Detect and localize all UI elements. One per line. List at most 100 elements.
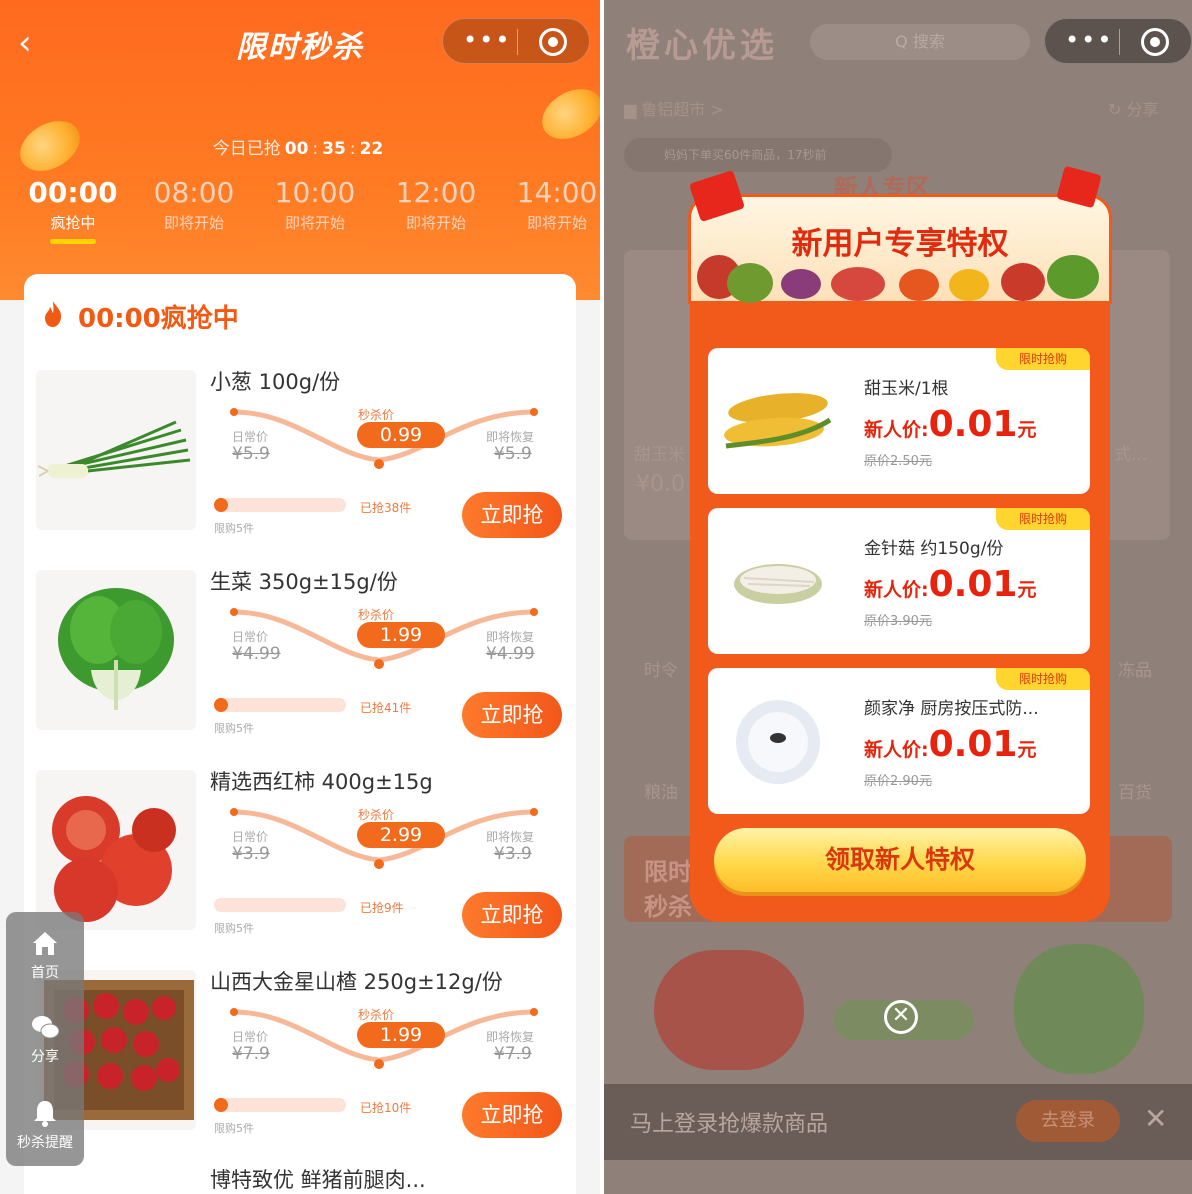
buy-now-button[interactable]: 立即抢: [462, 1092, 562, 1138]
original-price: 原价2.50元: [864, 454, 932, 469]
capsule-divider: [1119, 29, 1120, 55]
page-title: 限时秒杀: [236, 30, 364, 65]
buy-now-button[interactable]: 立即抢: [462, 892, 562, 938]
close-miniprogram-icon[interactable]: [539, 28, 567, 56]
vegetable-decoration: [899, 269, 939, 301]
background-text: ¥0.0: [636, 472, 685, 497]
mini-program-capsule: •••: [1044, 18, 1192, 64]
product-image-lettuce[interactable]: [36, 570, 196, 730]
tab-00-00[interactable]: 00:00 疯抢中: [18, 176, 128, 244]
popup-product-name: 颜家净 厨房按压式防...: [864, 699, 1039, 719]
section-title: 00:00疯抢中: [78, 304, 239, 334]
tab-14-00[interactable]: 14:00 即将开始: [502, 176, 600, 233]
buy-now-button[interactable]: 立即抢: [462, 492, 562, 538]
share-button[interactable]: 分享: [6, 1012, 84, 1066]
home-icon: [33, 932, 57, 955]
login-button[interactable]: 去登录: [1016, 1100, 1120, 1142]
countdown-hours: 00: [284, 139, 309, 159]
countdown-sep: :: [349, 139, 356, 159]
tab-12-00[interactable]: 12:00 即将开始: [381, 176, 491, 233]
background-text: 式...: [1114, 445, 1148, 465]
daily-price-label: 日常价: [232, 1030, 269, 1044]
seckill-price: 2.99: [357, 822, 445, 848]
reminder-label: 秒杀提醒: [17, 1135, 73, 1151]
new-price-label: 新人价:: [864, 739, 929, 761]
fire-icon: [45, 301, 62, 327]
active-tab-indicator: [50, 239, 96, 244]
restore-price: ¥7.9: [494, 1044, 532, 1064]
daily-price-label: 日常价: [232, 430, 269, 444]
restore-price: ¥3.9: [494, 844, 532, 864]
sold-count: 已抢38件: [360, 501, 412, 515]
background-text: 粮油: [644, 783, 678, 803]
tab-10-00[interactable]: 10:00 即将开始: [260, 176, 370, 233]
new-price-value: 0.01: [928, 724, 1018, 765]
background-text: 时令: [644, 661, 678, 681]
section-header: 00:00疯抢中: [24, 274, 576, 354]
share-link[interactable]: ↻ 分享: [1108, 96, 1159, 120]
mini-program-capsule: •••: [442, 18, 590, 64]
daily-price: ¥5.9: [232, 444, 270, 464]
seckill-price: 0.99: [357, 422, 445, 448]
product-name[interactable]: 小葱 100g/份: [210, 366, 340, 396]
product-item: 生菜 350g±15g/份 日常价 ¥4.99 秒杀价 1.99 即将恢复 ¥4…: [24, 554, 576, 754]
seckill-price-label: 秒杀价: [358, 808, 395, 822]
product-image-drain-cover: [736, 700, 820, 784]
tab-08-00[interactable]: 08:00 即将开始: [139, 176, 249, 233]
tab-time: 08:00: [153, 176, 235, 209]
purchase-limit: 限购5件: [214, 922, 254, 935]
capsule-divider: [517, 29, 518, 55]
countdown-label: 今日已抢: [212, 139, 281, 159]
popup-title: 新用户专享特权: [791, 226, 1009, 262]
home-button[interactable]: 首页: [6, 928, 84, 982]
new-user-popup: 新用户专享特权 限时抢购 甜玉米/1根 新人价:0.01元 原价2.50元 限时…: [688, 165, 1112, 930]
sold-count: 已抢10件: [360, 1101, 412, 1115]
store-selector[interactable]: ▆ 鲁铝超市 >: [624, 96, 724, 120]
product-name-partial[interactable]: 博特致优 鲜猪前腿肉...: [210, 1164, 426, 1194]
home-label: 首页: [31, 965, 59, 981]
product-name[interactable]: 山西大金星山楂 250g±12g/份: [210, 966, 503, 996]
product-image-green-onion[interactable]: [36, 370, 196, 530]
flash-sale-screen: ‹ 限时秒杀 ••• 今日已抢 00:35:22 00:00 疯抢中 08:00 …: [0, 0, 600, 1194]
buy-now-button[interactable]: 立即抢: [462, 692, 562, 738]
claim-new-user-privilege-button[interactable]: 领取新人特权: [714, 828, 1086, 892]
tab-time: 10:00: [274, 176, 356, 209]
tab-status: 即将开始: [526, 214, 587, 232]
sold-progress: [214, 498, 346, 512]
login-prompt-text: 马上登录抢爆款商品: [630, 1112, 829, 1137]
restore-price-label: 即将恢复: [486, 430, 535, 444]
seckill-reminder-button[interactable]: 秒杀提醒: [6, 1098, 84, 1152]
seckill-price-label: 秒杀价: [358, 608, 395, 622]
popup-product-card[interactable]: 限时抢购 甜玉米/1根 新人价:0.01元 原价2.50元: [708, 348, 1090, 494]
daily-price: ¥7.9: [232, 1044, 270, 1064]
popup-product-card[interactable]: 限时抢购 金针菇 约150g/份 新人价:0.01元 原价3.90元: [708, 508, 1090, 654]
share-label: 分享: [1126, 100, 1159, 119]
background-lettuce: [1014, 944, 1144, 1074]
more-icon[interactable]: •••: [463, 26, 511, 54]
close-miniprogram-icon[interactable]: [1141, 28, 1169, 56]
new-price-value: 0.01: [928, 564, 1018, 605]
search-bar[interactable]: Q 搜索: [810, 24, 1030, 60]
product-name[interactable]: 精选西红柿 400g±15g: [210, 766, 433, 796]
restore-price-label: 即将恢复: [486, 630, 535, 644]
close-popup-icon[interactable]: ✕: [884, 1000, 918, 1034]
sold-progress: [214, 1098, 346, 1112]
bell-icon: [34, 1101, 56, 1127]
sold-progress: [214, 698, 346, 712]
yuan-unit: 元: [1017, 419, 1037, 441]
vegetable-decoration: [1001, 263, 1045, 301]
popup-product-card[interactable]: 限时抢购 颜家净 厨房按压式防... 新人价:0.01元 原价2.90元: [708, 668, 1090, 814]
product-name[interactable]: 生菜 350g±15g/份: [210, 566, 398, 596]
more-icon[interactable]: •••: [1065, 26, 1113, 54]
order-notice: 妈妈下单买60件商品，17秒前: [624, 138, 892, 172]
back-icon[interactable]: ‹: [18, 26, 48, 60]
tab-time: 14:00: [516, 176, 598, 209]
price-curve: 日常价 ¥5.9 秒杀价 0.99 即将恢复 ¥5.9: [214, 406, 554, 476]
close-login-bar-icon[interactable]: ✕: [1144, 1102, 1167, 1135]
share-icon: ↻: [1108, 100, 1127, 119]
product-item: 山西大金星山楂 250g±12g/份 日常价 ¥7.9 秒杀价 1.99 即将恢…: [24, 954, 576, 1154]
new-price-label: 新人价:: [864, 579, 929, 601]
countdown-seconds: 22: [359, 139, 384, 159]
app-title: 橙心优选: [626, 26, 778, 66]
product-image-tomato[interactable]: [36, 770, 196, 930]
